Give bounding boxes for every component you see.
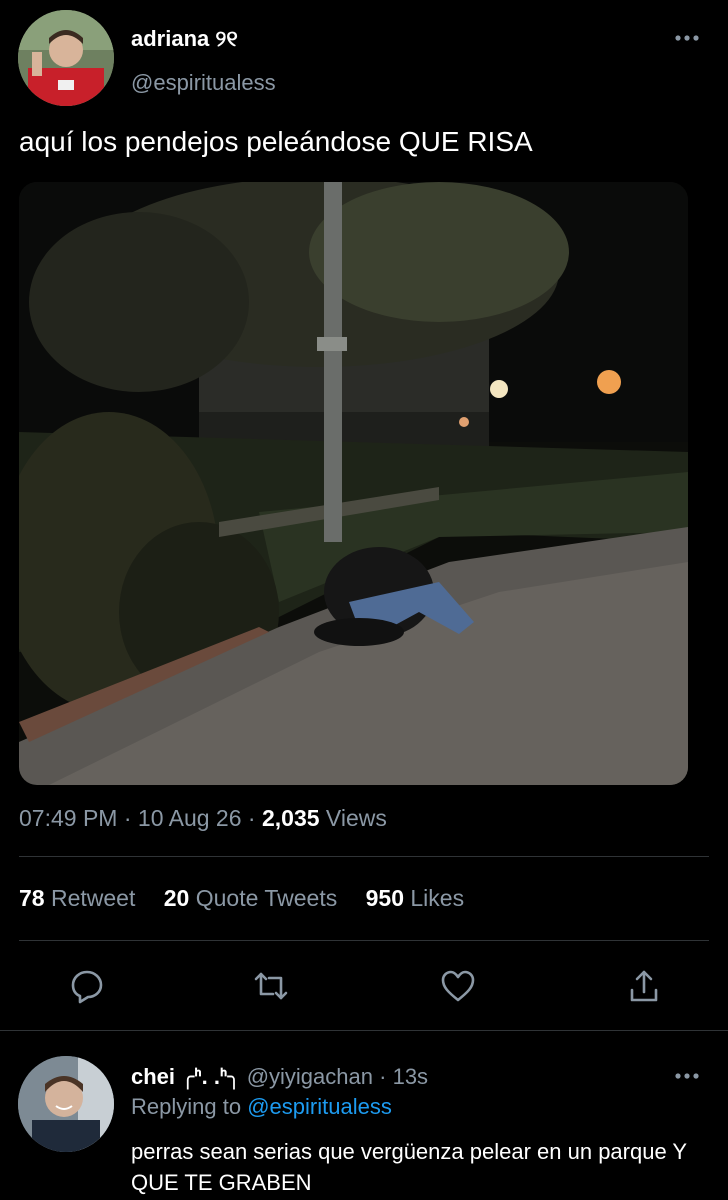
more-icon[interactable] — [674, 28, 700, 48]
reply-tweet[interactable]: chei ╭ᑋ. .ᑋ╮ @yiyigachan · 13s Replying … — [0, 1040, 728, 1200]
reply-header: chei ╭ᑋ. .ᑋ╮ @yiyigachan · 13s — [131, 1064, 428, 1090]
reply-text: perras sean serias que vergüenza pelear … — [131, 1139, 687, 1195]
likes-count: 950 — [365, 885, 404, 911]
tweet-meta: 07:49 PM · 10 Aug 26 · 2,035 Views — [19, 805, 387, 832]
reply-author-avatar[interactable] — [18, 1056, 114, 1152]
night-street-photo — [19, 182, 688, 785]
reply-time[interactable]: 13s — [393, 1064, 428, 1089]
share-icon[interactable] — [624, 966, 664, 1006]
tweet-stats: 78 Retweet 20 Quote Tweets 950 Likes — [19, 885, 464, 912]
reply-icon[interactable] — [67, 966, 107, 1006]
likes-stat[interactable]: 950 Likes — [366, 885, 464, 911]
meta-separator: · — [123, 805, 132, 831]
author-handle[interactable]: @espiritualess — [131, 70, 276, 96]
replying-to-prefix: Replying to — [131, 1094, 242, 1119]
tweet-actions — [0, 960, 728, 1016]
tweet-time[interactable]: 07:49 PM — [19, 805, 117, 831]
retweets-stat[interactable]: 78 Retweet — [19, 885, 135, 911]
tweet-date[interactable]: 10 Aug 26 — [138, 805, 242, 831]
meta-separator: · — [247, 805, 256, 831]
replying-to: Replying to @espiritualess — [131, 1094, 392, 1120]
divider — [19, 940, 709, 941]
author-avatar[interactable] — [18, 10, 114, 106]
reply-separator: · — [379, 1064, 387, 1089]
retweet-icon[interactable] — [251, 966, 291, 1006]
reply-more-icon[interactable] — [674, 1066, 700, 1086]
likes-label: Likes — [410, 885, 465, 911]
author-avatar-image — [18, 10, 114, 106]
reply-avatar-image — [18, 1056, 114, 1152]
heart-icon[interactable] — [438, 966, 478, 1006]
tweet-photo[interactable] — [19, 182, 688, 785]
retweets-label: Retweet — [50, 885, 136, 911]
reply-author-handle[interactable]: @yiyigachan — [247, 1064, 373, 1089]
retweets-count: 78 — [19, 885, 45, 911]
author-name[interactable]: adriana ୨୧ — [131, 26, 238, 52]
quotes-label: Quote Tweets — [195, 885, 338, 911]
views-label: Views — [325, 805, 387, 831]
quotes-stat[interactable]: 20 Quote Tweets — [164, 885, 337, 911]
divider — [0, 1030, 728, 1031]
divider — [19, 856, 709, 857]
views-count: 2,035 — [261, 805, 320, 831]
quotes-count: 20 — [163, 885, 190, 911]
reply-author-name[interactable]: chei ╭ᑋ. .ᑋ╮ — [131, 1064, 241, 1089]
replying-to-handle[interactable]: @espiritualess — [247, 1094, 392, 1119]
tweet-header: adriana ୨୧ @espiritualess — [0, 0, 728, 120]
tweet-text: aquí los pendejos peleándose QUE RISA — [19, 126, 533, 157]
